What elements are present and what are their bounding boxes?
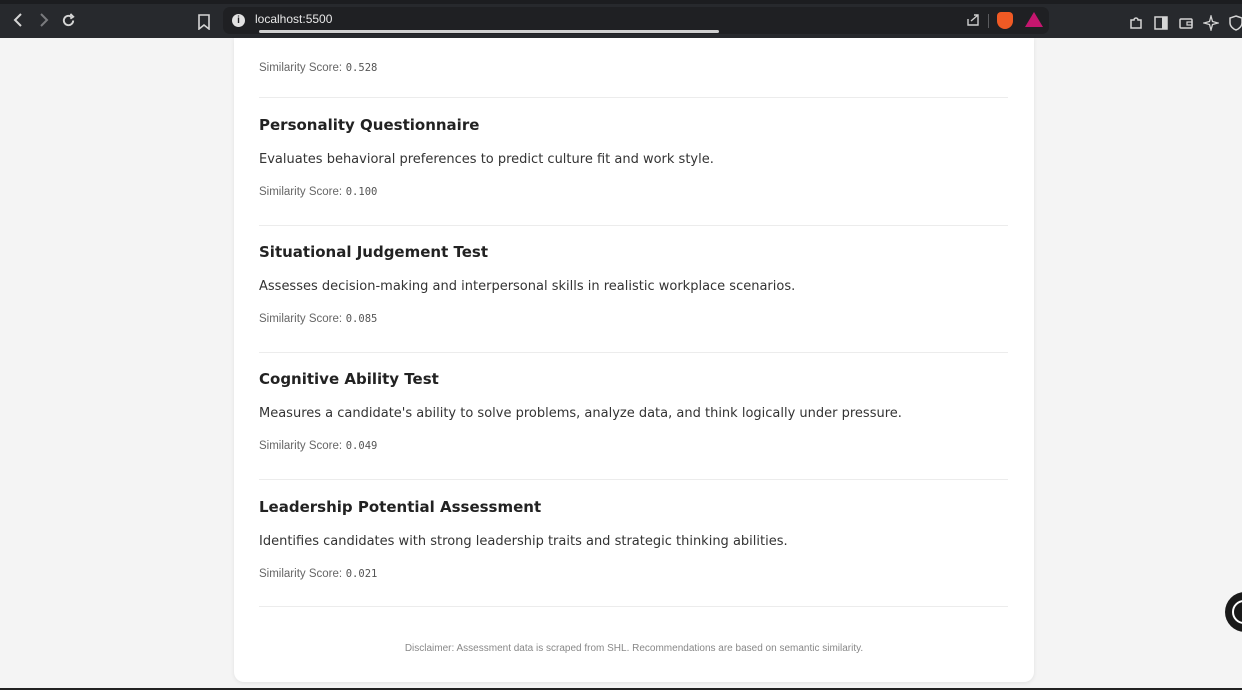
similarity-score: Similarity Score: 0.085 bbox=[259, 313, 378, 325]
chevron-right-icon bbox=[40, 13, 49, 27]
result-description: Identifies candidates with strong leader… bbox=[259, 534, 788, 549]
divider bbox=[259, 606, 1008, 607]
url-text[interactable]: localhost:5500 bbox=[255, 12, 332, 26]
sidebar-icon[interactable] bbox=[1153, 15, 1169, 31]
help-icon bbox=[1232, 600, 1242, 624]
cut-off-description bbox=[259, 30, 719, 36]
vpn-shield-icon[interactable] bbox=[1228, 15, 1242, 31]
divider bbox=[259, 352, 1008, 353]
result-description: Evaluates behavioral preferences to pred… bbox=[259, 152, 714, 167]
similarity-score: Similarity Score: 0.049 bbox=[259, 440, 378, 452]
result-title: Situational Judgement Test bbox=[259, 243, 488, 261]
forward-button[interactable] bbox=[32, 8, 56, 32]
result-description: Assesses decision-making and interperson… bbox=[259, 279, 796, 294]
disclaimer: Disclaimer: Assessment data is scraped f… bbox=[404, 643, 864, 654]
reload-icon bbox=[62, 12, 75, 26]
similarity-score: Similarity Score: 0.100 bbox=[259, 186, 378, 198]
result-title: Cognitive Ability Test bbox=[259, 370, 439, 388]
brave-rewards-icon[interactable] bbox=[1025, 12, 1043, 27]
divider bbox=[259, 479, 1008, 480]
extensions-icon[interactable] bbox=[1128, 15, 1144, 31]
result-title: Leadership Potential Assessment bbox=[259, 498, 542, 516]
similarity-score: Similarity Score: 0.021 bbox=[259, 568, 378, 580]
brave-shields-icon[interactable] bbox=[997, 12, 1013, 29]
similarity-score: Similarity Score: 0.528 bbox=[259, 62, 378, 74]
chevron-left-icon bbox=[13, 13, 22, 27]
wallet-icon[interactable] bbox=[1178, 15, 1194, 31]
leo-ai-icon[interactable] bbox=[1203, 15, 1219, 31]
result-description: Measures a candidate's ability to solve … bbox=[259, 406, 902, 421]
site-info-icon[interactable]: i bbox=[232, 14, 245, 27]
result-title: Personality Questionnaire bbox=[259, 116, 480, 134]
results-card: Similarity Score: 0.528 Personality Ques… bbox=[234, 30, 1034, 682]
reload-button[interactable] bbox=[56, 8, 80, 32]
divider bbox=[259, 97, 1008, 98]
floating-help-button[interactable] bbox=[1225, 592, 1242, 632]
back-button[interactable] bbox=[6, 8, 30, 32]
bookmark-icon[interactable] bbox=[198, 14, 210, 30]
divider bbox=[259, 225, 1008, 226]
url-divider bbox=[988, 14, 989, 28]
share-icon[interactable] bbox=[966, 13, 980, 27]
